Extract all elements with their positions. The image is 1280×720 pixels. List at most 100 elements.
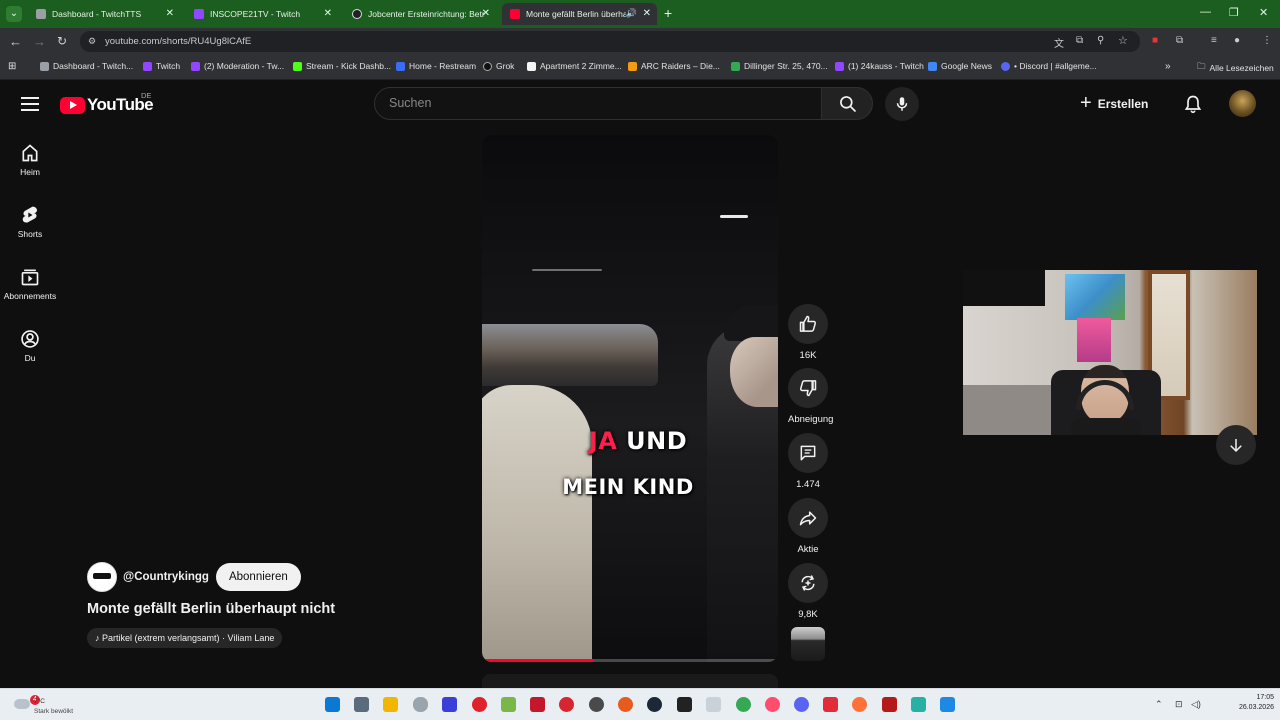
tab-inscope21tv-twitch[interactable]: INSCOPE21TV - Twitch ✕ bbox=[186, 3, 338, 25]
back-icon[interactable]: ← bbox=[9, 34, 22, 49]
app-icon[interactable] bbox=[706, 697, 721, 712]
guide-menu-button[interactable] bbox=[21, 97, 39, 111]
media-control-icon[interactable]: ≡ bbox=[1211, 35, 1217, 46]
bookmark-item[interactable]: Stream - Kick Dashb... bbox=[293, 61, 391, 71]
subscribe-button[interactable]: Abonnieren bbox=[215, 563, 301, 591]
tab-close-icon[interactable]: ✕ bbox=[166, 8, 174, 19]
next-short-button[interactable] bbox=[1216, 425, 1256, 465]
start-icon[interactable] bbox=[325, 697, 340, 712]
tray-expand-icon[interactable]: ⌃ bbox=[1155, 699, 1163, 710]
search-button[interactable] bbox=[821, 87, 873, 120]
bookmark-item[interactable]: Apartment 2 Zimme... bbox=[527, 61, 622, 71]
steam-icon[interactable] bbox=[647, 697, 662, 712]
chrome-icon[interactable] bbox=[736, 697, 751, 712]
tab-jobcenter[interactable]: Jobcenter Ersteinrichtung: Betr ✕ bbox=[344, 3, 496, 25]
audio-playing-icon[interactable]: 🔊 bbox=[626, 8, 637, 19]
channel-avatar[interactable] bbox=[87, 562, 117, 592]
tab-close-icon[interactable]: ✕ bbox=[482, 8, 490, 19]
url-text[interactable]: youtube.com/shorts/RU4Ug8lCAfE bbox=[105, 36, 251, 47]
tab-dashboard-twitchtts[interactable]: Dashboard - TwitchTTS ✕ bbox=[28, 3, 180, 25]
apps-grid-icon[interactable]: ⊞ bbox=[8, 61, 16, 72]
sidebar-item-home[interactable]: Heim bbox=[0, 143, 60, 177]
zoom-icon[interactable]: ⚲ bbox=[1097, 35, 1104, 46]
bookmark-item[interactable]: • Discord | #allgeme... bbox=[1001, 61, 1097, 71]
site-info-icon[interactable]: ⚙ bbox=[88, 36, 96, 47]
app-icon[interactable] bbox=[530, 697, 545, 712]
bookmark-item[interactable]: Twitch bbox=[143, 61, 180, 71]
network-icon[interactable]: ⊡ bbox=[1175, 699, 1183, 710]
app-icon[interactable] bbox=[882, 697, 897, 712]
file-explorer-icon[interactable] bbox=[383, 697, 398, 712]
app-icon[interactable] bbox=[559, 697, 574, 712]
sidebar-item-you[interactable]: Du bbox=[0, 329, 60, 363]
progress-bar[interactable] bbox=[482, 659, 778, 662]
app-icon[interactable] bbox=[472, 697, 487, 712]
tab-close-icon[interactable]: ✕ bbox=[643, 8, 651, 19]
remix-button[interactable]: 9,8K bbox=[788, 563, 828, 620]
translate-icon[interactable]: 文 bbox=[1054, 35, 1064, 50]
opera-icon[interactable] bbox=[765, 697, 780, 712]
bookmark-item[interactable]: Dashboard - Twitch... bbox=[40, 61, 133, 71]
short-video-player[interactable]: JA UND MEIN KIND bbox=[482, 135, 778, 662]
tab-close-icon[interactable]: ✕ bbox=[324, 8, 332, 19]
bookmark-item[interactable]: Home - Restream bbox=[396, 61, 476, 71]
forward-icon[interactable]: → bbox=[33, 34, 46, 49]
sidebar-item-subscriptions[interactable]: Abonnements bbox=[0, 267, 60, 301]
calculator-icon[interactable] bbox=[354, 697, 369, 712]
app-icon[interactable] bbox=[823, 697, 838, 712]
reload-icon[interactable]: ↻ bbox=[57, 34, 67, 48]
tab-monte-youtube[interactable]: Monte gefällt Berlin überha 🔊 ✕ bbox=[502, 3, 657, 25]
bookmark-item[interactable]: (1) 24kauss - Twitch bbox=[835, 61, 924, 71]
dislike-button[interactable]: Abneigung bbox=[788, 368, 833, 425]
vpn-icon[interactable] bbox=[442, 697, 457, 712]
bookmark-favicon-icon bbox=[396, 61, 405, 71]
extension-icon[interactable]: ■ bbox=[1152, 35, 1158, 46]
install-app-icon[interactable]: ⧉ bbox=[1076, 35, 1083, 46]
volume-icon[interactable]: ◁) bbox=[1191, 699, 1201, 710]
mouse-app-icon[interactable] bbox=[413, 697, 428, 712]
app-icon[interactable] bbox=[940, 697, 955, 712]
all-bookmarks-folder[interactable]: 🗀 Alle Lesezeichen bbox=[1197, 61, 1274, 75]
channel-handle[interactable]: @Countrykingg bbox=[123, 571, 209, 583]
next-short-preview[interactable] bbox=[482, 674, 778, 688]
sound-thumbnail[interactable] bbox=[791, 627, 825, 661]
bookmark-item[interactable]: ARC Raiders – Die... bbox=[628, 61, 720, 71]
bookmark-star-icon[interactable]: ☆ bbox=[1118, 34, 1128, 47]
bookmark-item[interactable]: (2) Moderation - Tw... bbox=[191, 61, 284, 71]
tab-search-button[interactable]: ⌄ bbox=[6, 6, 22, 22]
video-title[interactable]: Monte gefällt Berlin überhaupt nicht bbox=[87, 601, 335, 617]
bookmark-item[interactable]: Google News bbox=[928, 61, 992, 71]
system-clock[interactable]: 17:05 26.03.2026 bbox=[1204, 693, 1274, 713]
comments-button[interactable]: 1.474 bbox=[788, 433, 828, 490]
discord-icon[interactable] bbox=[794, 697, 809, 712]
account-avatar[interactable] bbox=[1229, 90, 1256, 117]
restore-icon[interactable]: ❐ bbox=[1229, 6, 1239, 19]
youtube-logo[interactable]: YouTube DE bbox=[60, 91, 154, 115]
bookmark-item[interactable]: Dillinger Str. 25, 470... bbox=[731, 61, 828, 71]
share-button[interactable]: Aktie bbox=[788, 498, 828, 555]
new-tab-button[interactable]: + bbox=[664, 5, 672, 21]
close-window-icon[interactable]: ✕ bbox=[1259, 6, 1268, 19]
voice-search-button[interactable] bbox=[885, 87, 919, 121]
origin-icon[interactable] bbox=[618, 697, 633, 712]
search-input[interactable] bbox=[389, 96, 789, 110]
sidebar-item-shorts[interactable]: Shorts bbox=[0, 205, 60, 239]
search-box[interactable] bbox=[374, 87, 822, 120]
music-pill[interactable]: ♪ Partikel (extrem verlangsamt) · Viliam… bbox=[87, 628, 283, 648]
minimize-icon[interactable]: — bbox=[1200, 6, 1211, 18]
profile-icon[interactable]: ● bbox=[1234, 35, 1240, 46]
address-bar[interactable]: ⚙ youtube.com/shorts/RU4Ug8lCAfE 文 ⧉ ⚲ ☆ bbox=[80, 31, 1140, 52]
app-icon[interactable] bbox=[589, 697, 604, 712]
app-icon[interactable] bbox=[911, 697, 926, 712]
chrome-menu-icon[interactable]: ⋮ bbox=[1262, 35, 1272, 46]
epic-games-icon[interactable] bbox=[677, 697, 692, 712]
app-icon[interactable] bbox=[501, 697, 516, 712]
more-bookmarks-icon[interactable]: » bbox=[1165, 61, 1171, 72]
firefox-icon[interactable] bbox=[852, 697, 867, 712]
create-button[interactable]: + Erstellen bbox=[1080, 91, 1148, 117]
extensions-puzzle-icon[interactable]: ⧉ bbox=[1176, 35, 1183, 46]
notifications-button[interactable] bbox=[1183, 93, 1203, 120]
bookmark-item[interactable]: Grok bbox=[483, 61, 514, 71]
like-button[interactable]: 16K bbox=[788, 304, 828, 361]
weather-widget[interactable]: 4 7°C Stark bewölkt bbox=[10, 693, 90, 717]
